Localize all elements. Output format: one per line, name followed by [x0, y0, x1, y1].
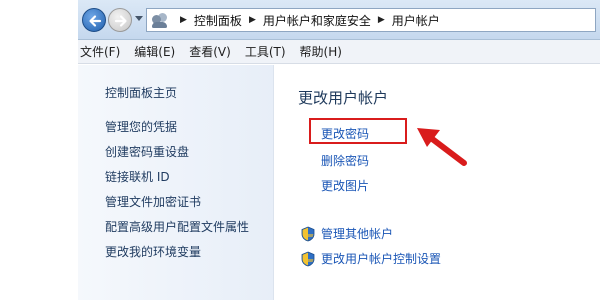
main-content: 更改用户帐户 更改密码 删除密码 更改图片 管理其他帐户 更改用户帐户控制设置 — [274, 65, 600, 300]
manage-other-accounts-link[interactable]: 管理其他帐户 — [321, 225, 393, 242]
red-arrow-icon — [417, 128, 467, 166]
breadcrumb-separator-icon[interactable]: ▶ — [249, 15, 256, 25]
control-panel-window: ▶ 控制面板 ▶ 用户帐户和家庭安全 ▶ 用户帐户 文件(F) 编辑(E) 查看… — [78, 0, 600, 300]
menu-tools[interactable]: 工具(T) — [245, 43, 286, 60]
uac-shield-icon — [301, 251, 315, 266]
change-password-link[interactable]: 更改密码 — [321, 125, 369, 142]
breadcrumb-separator-icon[interactable]: ▶ — [180, 15, 187, 25]
sidebar-item-advanced-profile-properties[interactable]: 配置高级用户配置文件属性 — [105, 218, 249, 235]
breadcrumb-item-accounts-family[interactable]: 用户帐户和家庭安全 — [263, 12, 371, 29]
remove-password-link[interactable]: 删除密码 — [321, 152, 369, 169]
manage-other-accounts-row[interactable]: 管理其他帐户 — [301, 225, 393, 242]
sidebar-item-file-encryption-certs[interactable]: 管理文件加密证书 — [105, 193, 201, 210]
sidebar-item-link-online-id[interactable]: 链接联机 ID — [105, 168, 170, 185]
forward-button[interactable] — [108, 8, 132, 32]
uac-settings-row[interactable]: 更改用户帐户控制设置 — [301, 250, 441, 267]
change-picture-link[interactable]: 更改图片 — [321, 177, 369, 194]
menu-edit[interactable]: 编辑(E) — [134, 43, 175, 60]
sidebar-item-environment-variables[interactable]: 更改我的环境变量 — [105, 243, 201, 260]
breadcrumb-item-user-accounts[interactable]: 用户帐户 — [392, 12, 440, 29]
page-title: 更改用户帐户 — [298, 89, 389, 107]
user-accounts-icon — [151, 12, 169, 28]
breadcrumb[interactable]: ▶ 控制面板 ▶ 用户帐户和家庭安全 ▶ 用户帐户 — [146, 8, 596, 32]
menu-help[interactable]: 帮助(H) — [300, 43, 342, 60]
breadcrumb-item-control-panel[interactable]: 控制面板 — [194, 12, 242, 29]
back-button[interactable] — [82, 8, 106, 32]
sidebar: 控制面板主页 管理您的凭据 创建密码重设盘 链接联机 ID 管理文件加密证书 配… — [78, 65, 274, 300]
menu-bar: 文件(F) 编辑(E) 查看(V) 工具(T) 帮助(H) — [78, 40, 600, 64]
uac-settings-link[interactable]: 更改用户帐户控制设置 — [321, 250, 441, 267]
menu-view[interactable]: 查看(V) — [189, 43, 231, 60]
arrow-left-icon — [89, 15, 102, 27]
sidebar-item-password-reset-disk[interactable]: 创建密码重设盘 — [105, 143, 189, 160]
uac-shield-icon — [301, 226, 315, 241]
menu-file[interactable]: 文件(F) — [80, 43, 120, 60]
sidebar-item-control-panel-home[interactable]: 控制面板主页 — [105, 84, 177, 101]
breadcrumb-separator-icon[interactable]: ▶ — [378, 15, 385, 25]
sidebar-item-manage-credentials[interactable]: 管理您的凭据 — [105, 118, 177, 135]
recent-pages-dropdown[interactable] — [135, 16, 143, 21]
address-toolbar: ▶ 控制面板 ▶ 用户帐户和家庭安全 ▶ 用户帐户 — [78, 0, 600, 40]
arrow-right-icon — [114, 15, 127, 27]
